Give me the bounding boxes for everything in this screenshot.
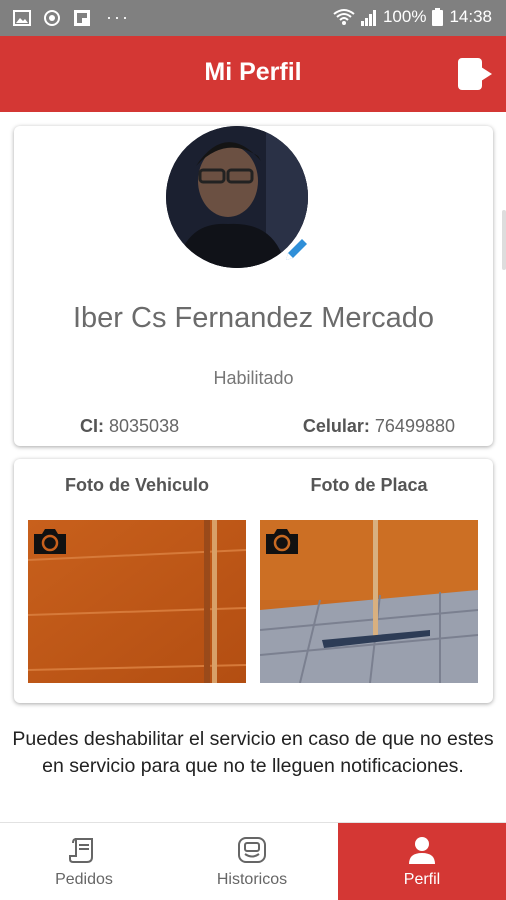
avatar-container (166, 126, 308, 268)
profile-name: Iber Cs Fernandez Mercado (72, 302, 435, 334)
app-bar: Mi Perfil (0, 36, 506, 112)
celular-value: 76499880 (374, 416, 455, 436)
status-bar-notifications: ··· (12, 7, 130, 28)
sync-notification-icon (44, 9, 60, 26)
celular-label: Celular: (302, 416, 370, 436)
person-icon (409, 837, 435, 864)
photos-card: Foto de Vehiculo Foto de Placa (14, 459, 493, 703)
battery-percent: 100% (382, 7, 427, 26)
ci-field: CI: 8035038 (80, 416, 179, 437)
scrollbar[interactable] (502, 210, 506, 270)
edit-pencil-icon[interactable] (282, 236, 310, 264)
more-notifications-icon: ··· (106, 7, 130, 27)
ci-label: CI: (80, 416, 104, 436)
image-notification-icon (13, 9, 31, 26)
history-icon (238, 837, 266, 863)
receipt-icon (69, 838, 93, 863)
status-bar: ··· 100% 14:38 (0, 0, 506, 36)
camera-icon[interactable] (264, 526, 300, 556)
nav-label-historicos: Historicos (216, 871, 288, 888)
profile-status: Habilitado (213, 368, 294, 388)
camera-icon[interactable] (32, 526, 68, 556)
vehicle-photo[interactable] (28, 520, 246, 683)
notice-text: Puedes deshabilitar el servicio en caso … (12, 728, 494, 777)
celular-field: Celular: 76499880 (303, 416, 455, 437)
ci-value: 8035038 (109, 416, 180, 436)
flipboard-notification-icon (74, 9, 90, 26)
battery-icon (432, 8, 444, 26)
clock: 14:38 (449, 7, 492, 26)
bottom-navigation: Pedidos Historicos Perfil (0, 822, 506, 900)
nav-item-perfil[interactable]: Perfil (338, 823, 506, 900)
nav-label-perfil: Perfil (403, 871, 441, 888)
logout-button[interactable] (456, 56, 496, 92)
plate-photo[interactable] (260, 520, 478, 683)
nav-item-historicos[interactable]: Historicos (168, 823, 336, 900)
status-bar-system: 100% 14:38 (333, 7, 492, 27)
page-title: Mi Perfil (204, 58, 302, 86)
profile-card: Iber Cs Fernandez Mercado Habilitado CI:… (14, 126, 493, 446)
signal-icon (360, 10, 376, 26)
nav-label-pedidos: Pedidos (55, 871, 113, 888)
nav-item-pedidos[interactable]: Pedidos (0, 823, 168, 900)
logout-icon (458, 58, 492, 90)
plate-photo-label: Foto de Placa (310, 475, 428, 495)
wifi-icon (333, 9, 355, 25)
vehicle-photo-label: Foto de Vehiculo (64, 475, 209, 495)
